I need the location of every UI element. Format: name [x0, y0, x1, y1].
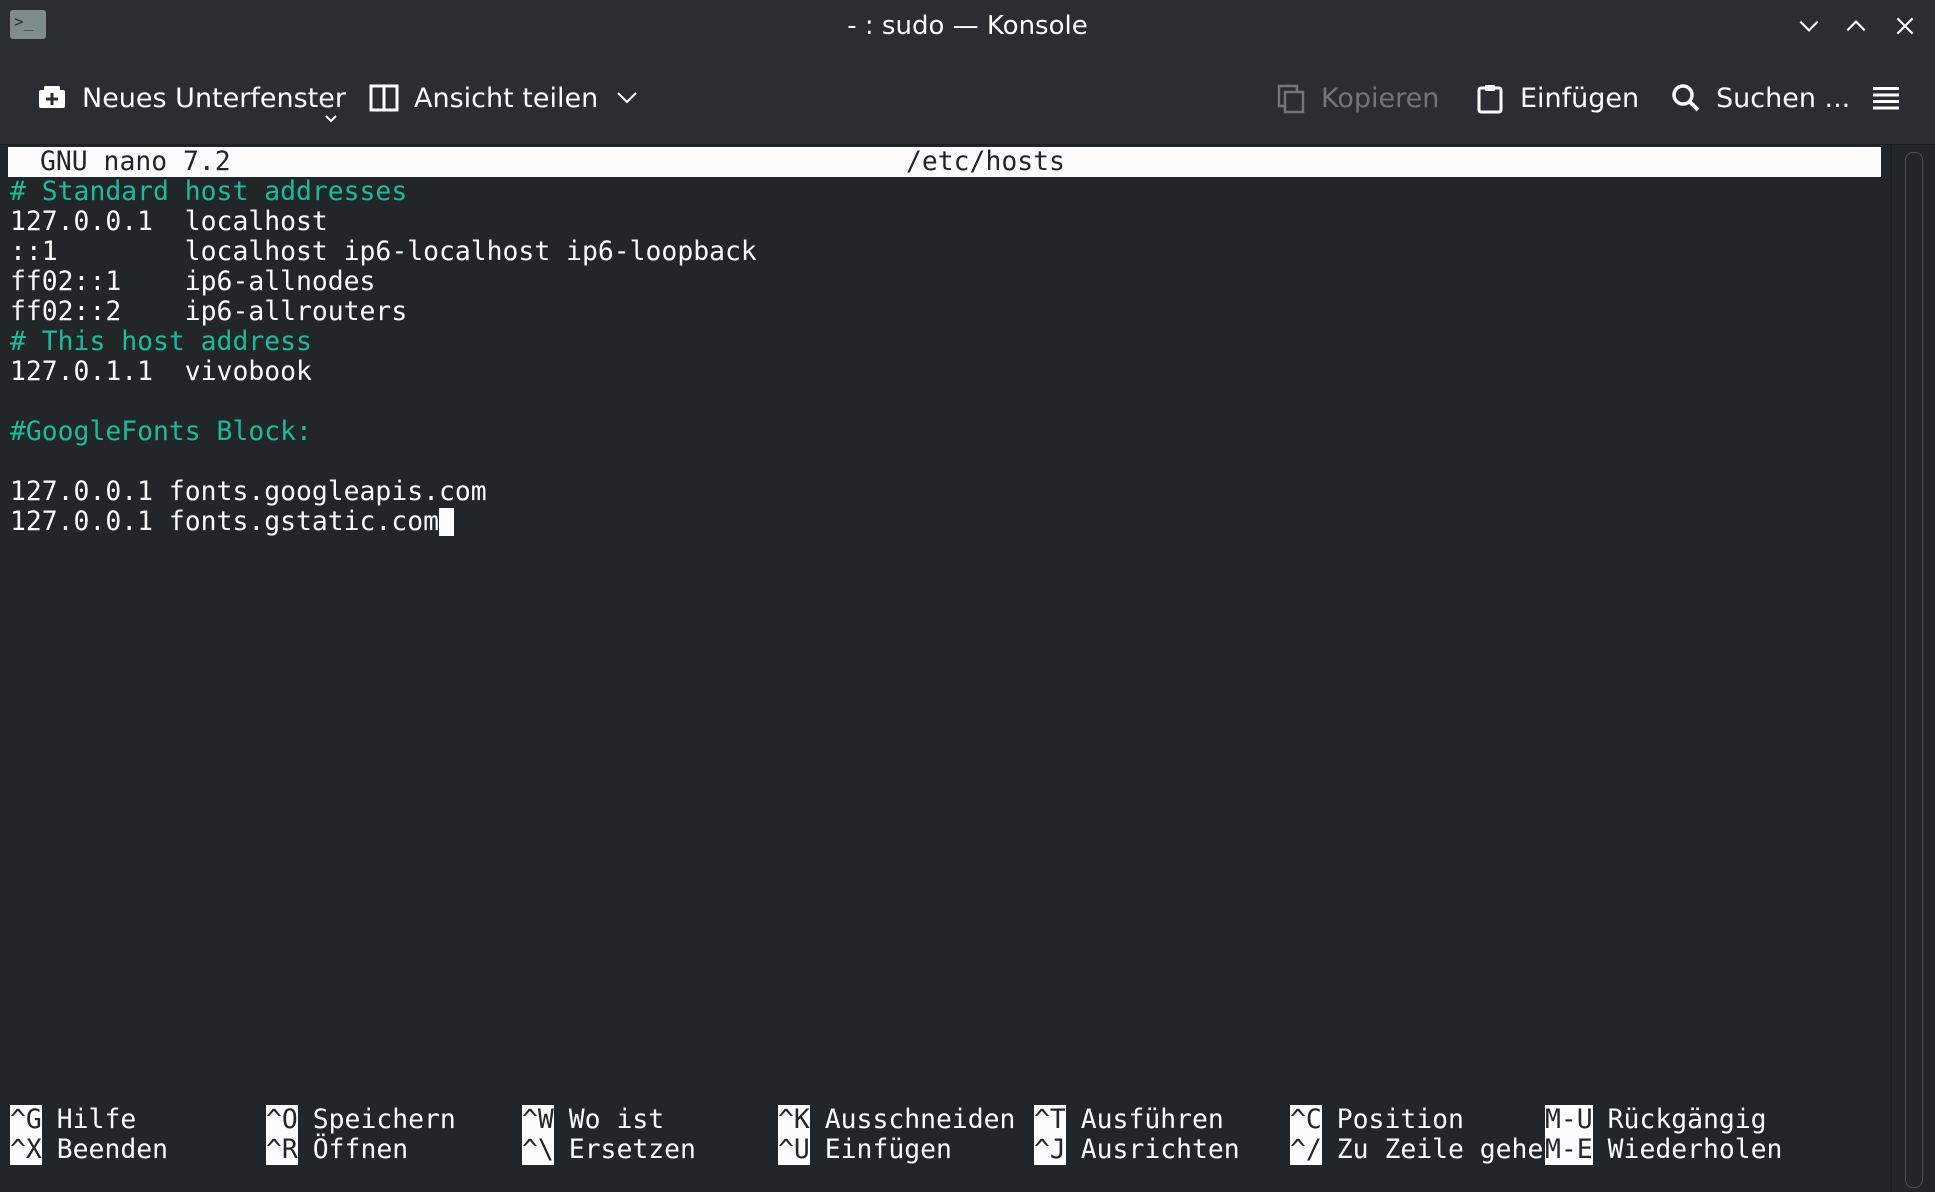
shortcut-item: ^\ Ersetzen — [522, 1135, 696, 1165]
file-line: 127.0.0.1 fonts.gstatic.com — [10, 507, 454, 537]
terminal-divider — [1890, 145, 1892, 1192]
search-icon — [1672, 84, 1700, 112]
paste-label: Einfügen — [1520, 82, 1640, 114]
split-view-label: Ansicht teilen — [414, 82, 599, 114]
shortcut-label: Wiederholen — [1607, 1134, 1783, 1165]
copy-label: Kopieren — [1321, 82, 1440, 114]
file-line: 127.0.0.1 fonts.googleapis.com — [10, 476, 487, 507]
shortcut-item: ^J Ausrichten — [1034, 1135, 1240, 1165]
shortcut-label: Öffnen — [312, 1134, 409, 1165]
clipboard-icon — [1477, 85, 1503, 114]
comment-line: # This host address — [10, 326, 312, 357]
new-tab-dropdown-icon[interactable] — [324, 114, 338, 124]
shortcut-key: ^C — [1290, 1104, 1322, 1135]
comment-line: #GoogleFonts Block: — [10, 416, 312, 447]
shortcut-label: Einfügen — [824, 1134, 952, 1165]
shortcut-key: ^\ — [522, 1134, 554, 1165]
shortcut-label: Position — [1336, 1104, 1464, 1135]
shortcut-item: ^W Wo ist — [522, 1105, 664, 1135]
shortcut-item: ^T Ausführen — [1034, 1105, 1224, 1135]
shortcut-label: Ausrichten — [1080, 1134, 1240, 1165]
minimize-button[interactable] — [1791, 8, 1827, 44]
hamburger-menu-button[interactable] — [1870, 66, 1902, 130]
search-label: Suchen ... — [1716, 82, 1851, 114]
shortcut-item: ^X Beenden — [10, 1135, 168, 1165]
shortcut-item: ^U Einfügen — [778, 1135, 952, 1165]
vertical-scrollbar[interactable] — [1905, 152, 1923, 1188]
split-view-icon — [369, 84, 399, 112]
shortcut-item: ^O Speichern — [266, 1105, 456, 1135]
shortcut-label: Speichern — [312, 1104, 456, 1135]
shortcut-key: M-E — [1545, 1134, 1593, 1165]
paste-button[interactable]: Einfügen — [1474, 66, 1639, 130]
new-tab-button[interactable]: Neues Unterfenster — [36, 66, 346, 130]
shortcut-label: Wo ist — [568, 1104, 665, 1135]
chevron-down-icon — [617, 92, 637, 104]
nano-title-bar: GNU nano 7.2 /etc/hosts — [8, 147, 1881, 177]
shortcut-item: M-U Rückgängig — [1545, 1105, 1767, 1135]
new-tab-label: Neues Unterfenster — [82, 82, 346, 114]
file-line: ::1 localhost ip6-localhost ip6-loopback — [10, 236, 757, 267]
shortcut-key: ^U — [778, 1134, 810, 1165]
shortcut-item: ^R Öffnen — [266, 1135, 408, 1165]
shortcut-label: Ausschneiden — [824, 1104, 1016, 1135]
shortcut-key: ^K — [778, 1104, 810, 1135]
shortcut-label: Rückgängig — [1607, 1104, 1767, 1135]
chevron-down-icon — [1799, 20, 1819, 32]
window-title: - : sudo — Konsole — [847, 11, 1088, 41]
search-button[interactable]: Suchen ... — [1670, 66, 1850, 130]
file-line: ff02::1 ip6-allnodes — [10, 266, 376, 297]
new-tab-icon — [39, 86, 65, 108]
split-view-button[interactable]: Ansicht teilen — [368, 66, 638, 130]
shortcut-key: ^J — [1034, 1134, 1066, 1165]
close-icon — [1896, 17, 1914, 35]
shortcut-key: ^O — [266, 1104, 298, 1135]
shortcut-key: ^G — [10, 1104, 42, 1135]
hamburger-menu-icon — [1873, 87, 1899, 110]
file-line: 127.0.1.1 vivobook — [10, 356, 312, 387]
shortcut-key: ^W — [522, 1104, 554, 1135]
shortcut-key: ^T — [1034, 1104, 1066, 1135]
shortcut-key: ^X — [10, 1134, 42, 1165]
shortcut-item: M-E Wiederholen — [1545, 1135, 1782, 1165]
shortcut-key: ^R — [266, 1134, 298, 1165]
title-bar: >_ - : sudo — Konsole — [0, 0, 1935, 52]
nano-version: GNU nano 7.2 — [40, 146, 231, 177]
shortcut-label: Zu Zeile gehe — [1336, 1134, 1544, 1165]
file-line: ff02::2 ip6-allrouters — [10, 296, 408, 327]
shortcut-label: Ersetzen — [568, 1134, 696, 1165]
shortcut-item: ^C Position — [1290, 1105, 1464, 1135]
maximize-button[interactable] — [1838, 8, 1874, 44]
comment-line: # Standard host addresses — [10, 176, 408, 207]
copy-button[interactable]: Kopieren — [1275, 66, 1439, 130]
copy-icon — [1277, 84, 1305, 114]
shortcut-label: Hilfe — [56, 1104, 137, 1135]
shortcut-key: M-U — [1545, 1104, 1593, 1135]
shortcut-key: ^/ — [1290, 1134, 1322, 1165]
toolbar: Neues Unterfenster Ansicht teilen Kopier… — [0, 52, 1935, 145]
text-cursor — [439, 508, 454, 536]
shortcut-label: Ausführen — [1080, 1104, 1224, 1135]
chevron-up-icon — [1846, 20, 1866, 32]
file-line: 127.0.0.1 localhost — [10, 206, 328, 237]
shortcut-item: ^/ Zu Zeile gehe — [1290, 1135, 1543, 1165]
nano-filename: /etc/hosts — [906, 146, 1065, 177]
shortcut-item: ^G Hilfe — [10, 1105, 136, 1135]
shortcut-item: ^K Ausschneiden — [778, 1105, 1015, 1135]
close-button[interactable] — [1887, 8, 1923, 44]
terminal-view[interactable]: GNU nano 7.2 /etc/hosts # Standard host … — [0, 145, 1895, 1192]
shortcut-label: Beenden — [56, 1134, 169, 1165]
